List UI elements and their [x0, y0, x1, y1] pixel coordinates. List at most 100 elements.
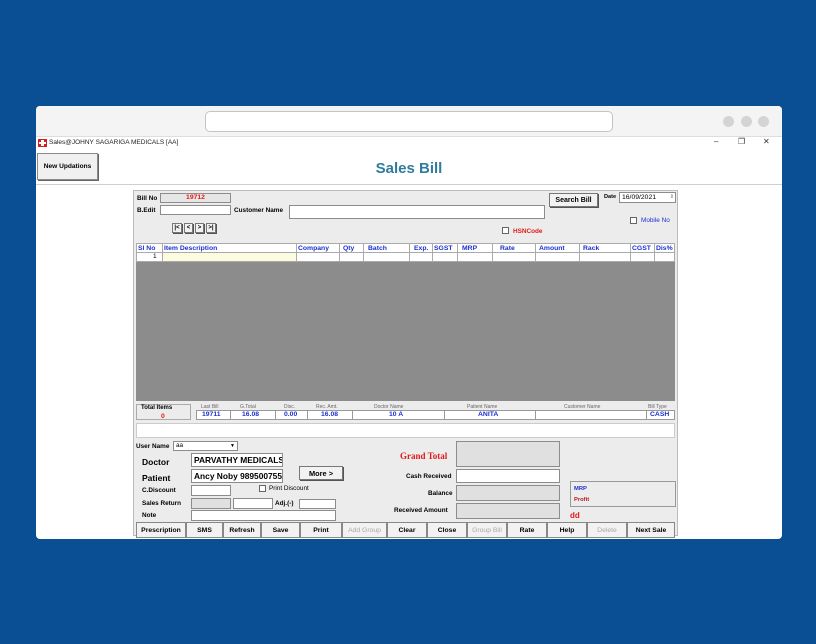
user-name-select[interactable]: aa ▼	[173, 441, 238, 451]
window-dot[interactable]	[758, 116, 769, 127]
next-sale-button[interactable]: Next Sale	[627, 522, 675, 538]
profit-box: MRP Profit	[570, 481, 676, 507]
doctor-label: Doctor	[142, 457, 170, 467]
close-icon[interactable]: ✕	[763, 137, 770, 146]
date-label: Date	[604, 194, 617, 200]
patient-label: Patient	[142, 473, 171, 483]
disc-value: 0.00	[284, 411, 298, 418]
patient-name-value: ANITA	[478, 411, 499, 418]
restore-icon[interactable]: ❐	[738, 137, 745, 146]
help-button[interactable]: Help	[547, 522, 587, 538]
date-picker[interactable]: 16/09/2021 ⇕	[619, 192, 676, 203]
browser-window: Sales@JOHNY SAGARIGA MEDICALS [AA] – ❐ ✕…	[36, 106, 782, 539]
adj-label: Adj.(-)	[275, 500, 294, 507]
items-grid-body[interactable]	[136, 262, 675, 401]
hsn-checkbox[interactable]	[502, 227, 509, 234]
page-title: Sales Bill	[375, 160, 443, 177]
col-item-description: Item Description	[164, 245, 218, 252]
adj-input[interactable]	[299, 499, 336, 509]
window-dot[interactable]	[741, 116, 752, 127]
patient-input[interactable]: Ancy Noby 989500755	[191, 469, 283, 483]
col-exp: Exp.	[414, 245, 429, 252]
bill-type-value: CASH	[650, 411, 670, 418]
profit-label: Profit	[574, 497, 590, 503]
note-input[interactable]	[191, 510, 336, 521]
group-bill-button: Group Bill	[467, 522, 507, 538]
close-button[interactable]: Close	[427, 522, 467, 538]
col-mrp: MRP	[462, 245, 478, 252]
last-bill-value: 19711	[202, 411, 221, 418]
print-discount-label: Print Discount	[269, 485, 309, 492]
spinner-icon[interactable]: ⇕	[670, 193, 674, 202]
dd-label: dd	[570, 511, 580, 520]
window-dot[interactable]	[723, 116, 734, 127]
mrp-label: MRP	[574, 486, 587, 492]
app-cross-icon	[38, 139, 47, 147]
total-items-box: Total Items 0	[136, 404, 191, 420]
rate-button[interactable]: Rate	[507, 522, 547, 538]
cash-received-label: Cash Received	[406, 473, 452, 480]
user-name-label: User Name	[136, 443, 170, 450]
minimize-icon[interactable]: –	[714, 137, 718, 146]
app-titlebar: Sales@JOHNY SAGARIGA MEDICALS [AA] – ❐ ✕	[36, 137, 782, 150]
row-sl-no: 1	[153, 253, 157, 260]
col-cgst: CGST	[632, 245, 651, 252]
clear-button[interactable]: Clear	[387, 522, 427, 538]
save-button[interactable]: Save	[261, 522, 300, 538]
c-discount-input[interactable]	[191, 485, 231, 496]
mobile-no-checkbox[interactable]	[630, 217, 637, 224]
col-sgst: SGST	[434, 245, 453, 252]
window-title: Sales@JOHNY SAGARIGA MEDICALS [AA]	[49, 139, 179, 146]
chevron-down-icon[interactable]: ▼	[230, 442, 235, 450]
bill-no-label: Bill No	[137, 195, 158, 202]
hsn-label: HSNCode	[513, 228, 543, 235]
prev-record-button[interactable]: <	[184, 223, 193, 233]
sms-button[interactable]: SMS	[186, 522, 223, 538]
user-name-value: aa	[176, 442, 184, 449]
col-amount: Amount	[539, 245, 565, 252]
col-sl-no: Sl No	[138, 245, 156, 252]
balance-value	[456, 485, 560, 501]
more-button[interactable]: More >	[299, 466, 343, 480]
received-amount-label: Received Amount	[394, 507, 448, 514]
summary-values	[196, 410, 675, 420]
table-row[interactable]: 1	[136, 253, 675, 262]
b-edit-label: B.Edit	[137, 207, 156, 214]
refresh-button[interactable]: Refresh	[223, 522, 261, 538]
first-record-button[interactable]: |<	[172, 223, 182, 233]
print-button[interactable]: Print	[300, 522, 342, 538]
last-bill-summary: Total Items 0 Last Bill G.Total Disc. Re…	[136, 404, 675, 420]
col-rate: Rate	[500, 245, 515, 252]
total-items-label: Total Items	[141, 405, 173, 411]
next-record-button[interactable]: >	[195, 223, 204, 233]
customer-name-input[interactable]	[289, 205, 545, 219]
record-nav: |< < > >|	[172, 223, 216, 235]
customer-name-label: Customer Name	[234, 207, 284, 214]
bill-no-value: 19712	[160, 193, 231, 203]
print-discount-checkbox[interactable]	[259, 485, 266, 492]
address-bar[interactable]	[205, 111, 613, 132]
action-toolbar: Prescription SMS Refresh Save Print Add …	[136, 522, 675, 539]
sales-bill-form: Bill No 19712 B.Edit Customer Name Searc…	[133, 190, 678, 539]
message-bar	[136, 423, 675, 438]
doctor-input[interactable]: PARVATHY MEDICALS	[191, 453, 283, 467]
rec-amt-value: 16.08	[321, 411, 339, 418]
b-edit-input[interactable]	[160, 205, 231, 215]
note-label: Note	[142, 512, 157, 519]
col-dis: Dis%	[656, 245, 673, 252]
mobile-no-label: Mobile No	[641, 217, 670, 224]
delete-button: Delete	[587, 522, 627, 538]
item-description-cell[interactable]	[163, 253, 296, 261]
cash-received-input[interactable]	[456, 469, 560, 483]
prescription-button[interactable]: Prescription	[136, 522, 186, 538]
add-group-button: Add Group	[342, 522, 387, 538]
sales-return-label: Sales Return	[142, 500, 182, 507]
browser-toolbar	[36, 106, 782, 137]
sales-return-input	[191, 498, 231, 509]
app-header: New Updations Sales Bill	[36, 150, 782, 185]
last-record-button[interactable]: >|	[206, 223, 216, 233]
col-rack: Rack	[583, 245, 600, 252]
gtotal-value: 16.08	[242, 411, 260, 418]
search-bill-button[interactable]: Search Bill	[549, 193, 598, 207]
sales-return-extra-input[interactable]	[233, 498, 273, 509]
